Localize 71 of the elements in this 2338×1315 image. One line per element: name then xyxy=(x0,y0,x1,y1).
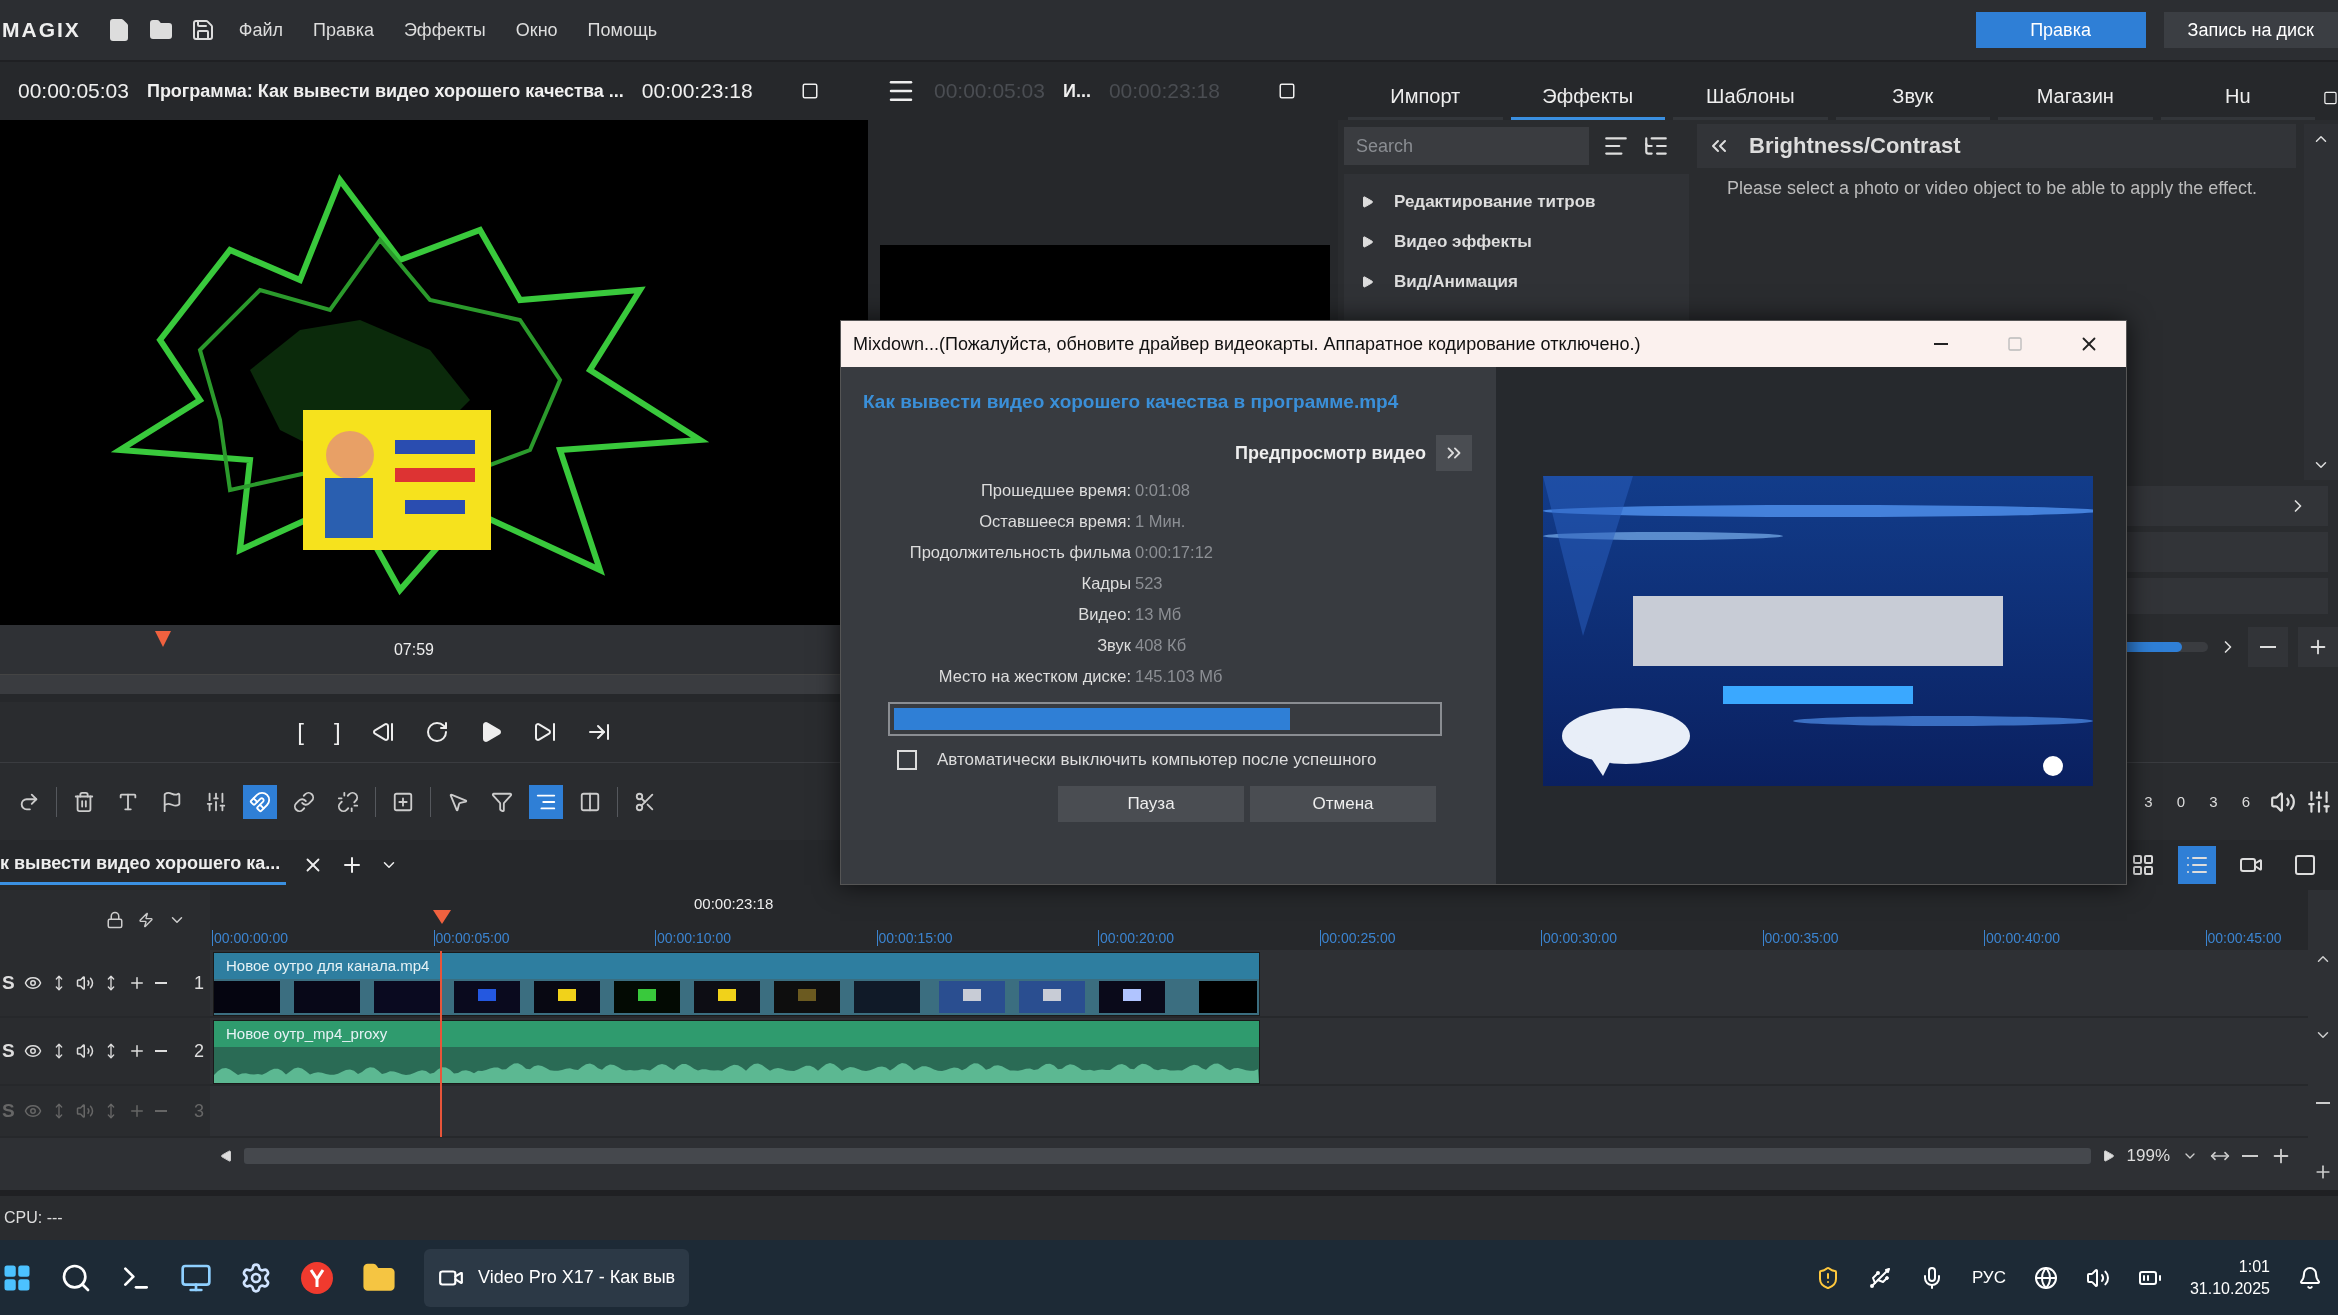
solo-label[interactable]: S xyxy=(2,972,15,994)
timecode: 00:00:05:03 xyxy=(18,79,129,103)
media-tab[interactable]: Импорт xyxy=(1348,76,1503,120)
marker-button[interactable]: ] xyxy=(330,718,345,746)
dialog-title: Mixdown...(Пожалуйста, обновите драйвер видеокарты. Аппаратное кодирование отключено.) xyxy=(853,333,1642,355)
search-field[interactable]: Search xyxy=(1344,127,1589,165)
zoom-level[interactable]: 199% xyxy=(2126,1146,2170,1166)
ruler-label: 00:00:35:00 xyxy=(1762,930,1984,946)
menu-item[interactable]: Файл xyxy=(232,19,290,41)
video-clip[interactable]: Новое оутро для канала.mp4 xyxy=(213,952,1260,1016)
ruler-label: 00:00:25:00 xyxy=(1319,930,1541,946)
stat-label: Кадры xyxy=(1080,574,1131,593)
stat-value: 145.103 Мб xyxy=(1135,667,1224,686)
stat-label: Продолжительность фильма xyxy=(908,543,1131,562)
media-tab[interactable]: Магазин xyxy=(1998,76,2153,120)
stat-value: 13 Мб xyxy=(1135,605,1183,624)
ruler-label: 00:00:05:00 xyxy=(433,930,655,946)
category-item[interactable]: Редактирование титров xyxy=(1394,192,1596,212)
media-tab[interactable]: Звук xyxy=(1835,76,1991,120)
stat-label: Звук xyxy=(1096,636,1131,655)
effect-title: Brightness/Contrast xyxy=(1749,133,1961,159)
taskbar-app[interactable]: Video Pro X17 - Как выв xyxy=(424,1248,690,1307)
stat-label: Прошедшее время: xyxy=(979,481,1131,500)
project-title: Программа: Как вывести видео хорошего качества ... xyxy=(146,80,624,102)
dialog-button[interactable]: Пауза xyxy=(1058,786,1244,822)
ruler-label: 00:00:20:00 xyxy=(1098,930,1320,946)
effect-hint: Please select a photo or video object to be able to apply the effect. xyxy=(1726,178,2259,199)
duration: 00:00:23:18 xyxy=(641,79,753,103)
stat-value: 523 xyxy=(1135,574,1164,593)
ruler-label: 00:00:00:00 xyxy=(212,930,434,946)
stat-value: 0:01:08 xyxy=(1135,481,1192,500)
cpu-status: CPU: --- xyxy=(4,1209,63,1227)
stat-label: Место на жестком диске: xyxy=(937,667,1131,686)
marker-button[interactable]: [ xyxy=(293,718,308,746)
ruler-label: 00:00:30:00 xyxy=(1541,930,1763,946)
menu-item[interactable]: Помощь xyxy=(581,19,664,41)
preview-label: Предпросмотр видео xyxy=(1235,442,1426,464)
ruler-label: 00:00:45:00 xyxy=(2205,930,2308,946)
project-tab[interactable]: к вывести видео хорошего ка... xyxy=(0,845,287,885)
app-logo: MAGIX xyxy=(2,18,81,42)
ruler-label: 00:00:40:00 xyxy=(1984,930,2206,946)
source-title: И... xyxy=(1062,80,1091,102)
menu-item[interactable]: Правка xyxy=(307,19,380,41)
stat-value: 1 Мин. xyxy=(1135,512,1187,531)
ruler-label: 00:00:10:00 xyxy=(655,930,877,946)
track-number: 2 xyxy=(194,1040,205,1062)
mode-button[interactable]: Правка xyxy=(1975,12,2146,48)
clock[interactable]: 1:01 31.10.2025 xyxy=(2189,1255,2270,1300)
language-indicator[interactable]: РУС xyxy=(1971,1267,2006,1288)
media-tab[interactable]: Шаблоны xyxy=(1673,76,1828,120)
media-tab[interactable]: Hu xyxy=(2160,76,2316,120)
ruler-label: 00:00:15:00 xyxy=(876,930,1098,946)
category-item[interactable]: Видео эффекты xyxy=(1394,232,1532,252)
timeline-position: 00:00:23:18 xyxy=(694,894,774,912)
stat-value: 0:00:17:12 xyxy=(1135,543,1214,562)
track-number: 1 xyxy=(194,972,205,994)
category-item[interactable]: Вид/Анимация xyxy=(1394,272,1518,292)
ruler-time: 07:59 xyxy=(393,640,434,659)
stat-label: Видео: xyxy=(1077,605,1131,624)
media-tab[interactable]: Эффекты xyxy=(1510,76,1666,120)
checkbox-label: Автоматически выключить компьютер после успешного xyxy=(937,750,1377,770)
stat-value: 408 Кб xyxy=(1135,636,1188,655)
meter-scale: 3 0 3 6 xyxy=(2144,793,2260,810)
stat-label: Оставшееся время: xyxy=(978,512,1131,531)
dialog-button[interactable]: Отмена xyxy=(1250,786,1436,822)
track-number: 3 xyxy=(194,1100,205,1122)
menu-item[interactable]: Окно xyxy=(509,19,564,41)
mode-button[interactable]: Запись на диск xyxy=(2163,12,2338,48)
solo-label[interactable]: S xyxy=(2,1040,15,1062)
file-name: Как вывести видео хорошего качества в программе.mp4 xyxy=(863,391,1400,413)
menu-item[interactable]: Эффекты xyxy=(397,19,492,41)
